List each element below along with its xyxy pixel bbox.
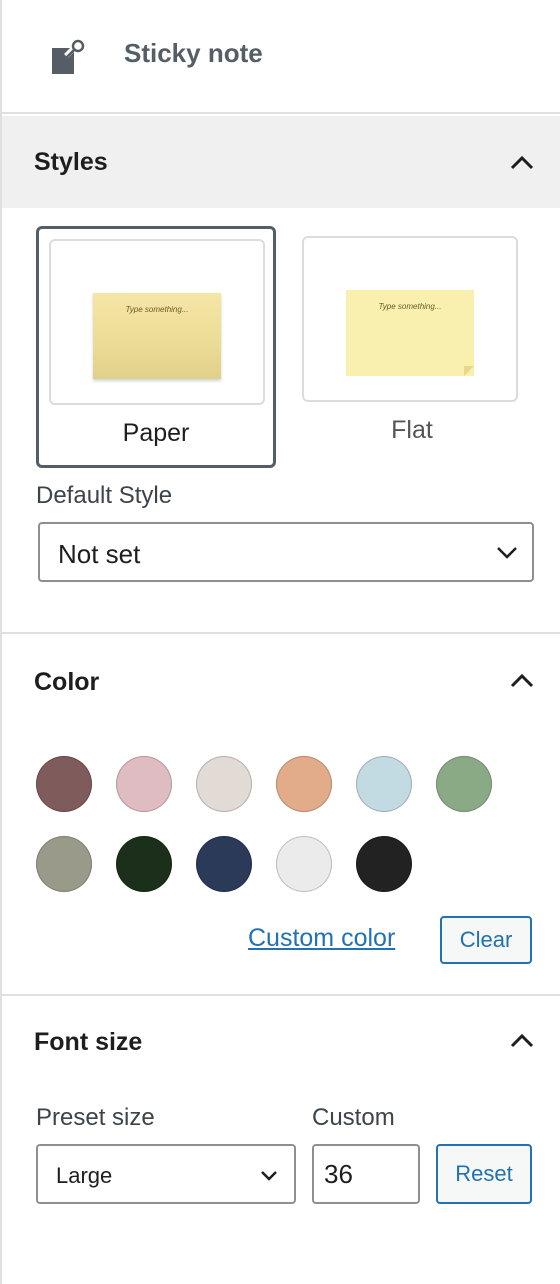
navy-swatch[interactable]: [196, 836, 252, 892]
grey-green-swatch[interactable]: [36, 836, 92, 892]
color-panel-title: Color: [34, 668, 100, 696]
sticky-note-pin-icon: [48, 38, 88, 78]
chevron-down-icon: [258, 1169, 280, 1183]
light-taupe-swatch[interactable]: [196, 756, 252, 812]
preset-size-value: Large: [56, 1163, 113, 1188]
style-option-paper[interactable]: Type something... Paper: [36, 226, 276, 468]
font-size-panel-toggle[interactable]: Font size: [2, 996, 560, 1088]
folded-corner: [464, 366, 474, 376]
paper-note-preview: Type something...: [93, 293, 221, 379]
style-option-flat[interactable]: Type something... Flat: [292, 226, 532, 468]
style-option-label: Paper: [122, 419, 190, 447]
preview-text: Type something...: [378, 302, 442, 311]
peach-swatch[interactable]: [276, 756, 332, 812]
reset-font-size-button[interactable]: Reset: [436, 1144, 532, 1204]
style-preview-paper: Type something...: [49, 239, 265, 405]
chevron-up-icon: [508, 1028, 536, 1052]
chevron-up-icon: [508, 668, 536, 692]
light-blue-swatch[interactable]: [356, 756, 412, 812]
styles-panel-title: Styles: [34, 148, 108, 176]
clear-color-button[interactable]: Clear: [440, 916, 532, 964]
custom-size-input[interactable]: [314, 1146, 418, 1202]
custom-size-input-wrap: [312, 1144, 420, 1204]
dark-green-swatch[interactable]: [116, 836, 172, 892]
pink-swatch[interactable]: [116, 756, 172, 812]
chevron-down-icon: [496, 546, 518, 560]
preset-size-label: Preset size: [36, 1104, 155, 1131]
flat-note-preview: Type something...: [346, 290, 474, 376]
color-panel-toggle[interactable]: Color: [2, 634, 560, 726]
style-option-label: Flat: [391, 416, 433, 444]
font-size-panel-title: Font size: [34, 1028, 143, 1056]
black-swatch[interactable]: [356, 836, 412, 892]
style-preview-flat: Type something...: [302, 236, 518, 402]
styles-panel-toggle[interactable]: Styles: [2, 116, 560, 208]
preview-text: Type something...: [125, 305, 189, 314]
default-style-value: Not set: [58, 539, 141, 569]
chevron-up-icon: [508, 150, 536, 174]
brown-swatch[interactable]: [36, 756, 92, 812]
default-style-label: Default Style: [36, 482, 173, 509]
preset-size-select[interactable]: Large: [36, 1144, 296, 1204]
sage-green-swatch[interactable]: [436, 756, 492, 812]
block-settings-panel: Sticky note Styles Type something... Pap…: [0, 0, 560, 1284]
custom-color-link[interactable]: Custom color: [248, 924, 395, 953]
custom-size-label: Custom: [312, 1104, 395, 1131]
default-style-select[interactable]: Not set: [38, 522, 534, 582]
light-grey-swatch[interactable]: [276, 836, 332, 892]
block-card: Sticky note: [2, 0, 560, 114]
block-title: Sticky note: [124, 38, 263, 68]
